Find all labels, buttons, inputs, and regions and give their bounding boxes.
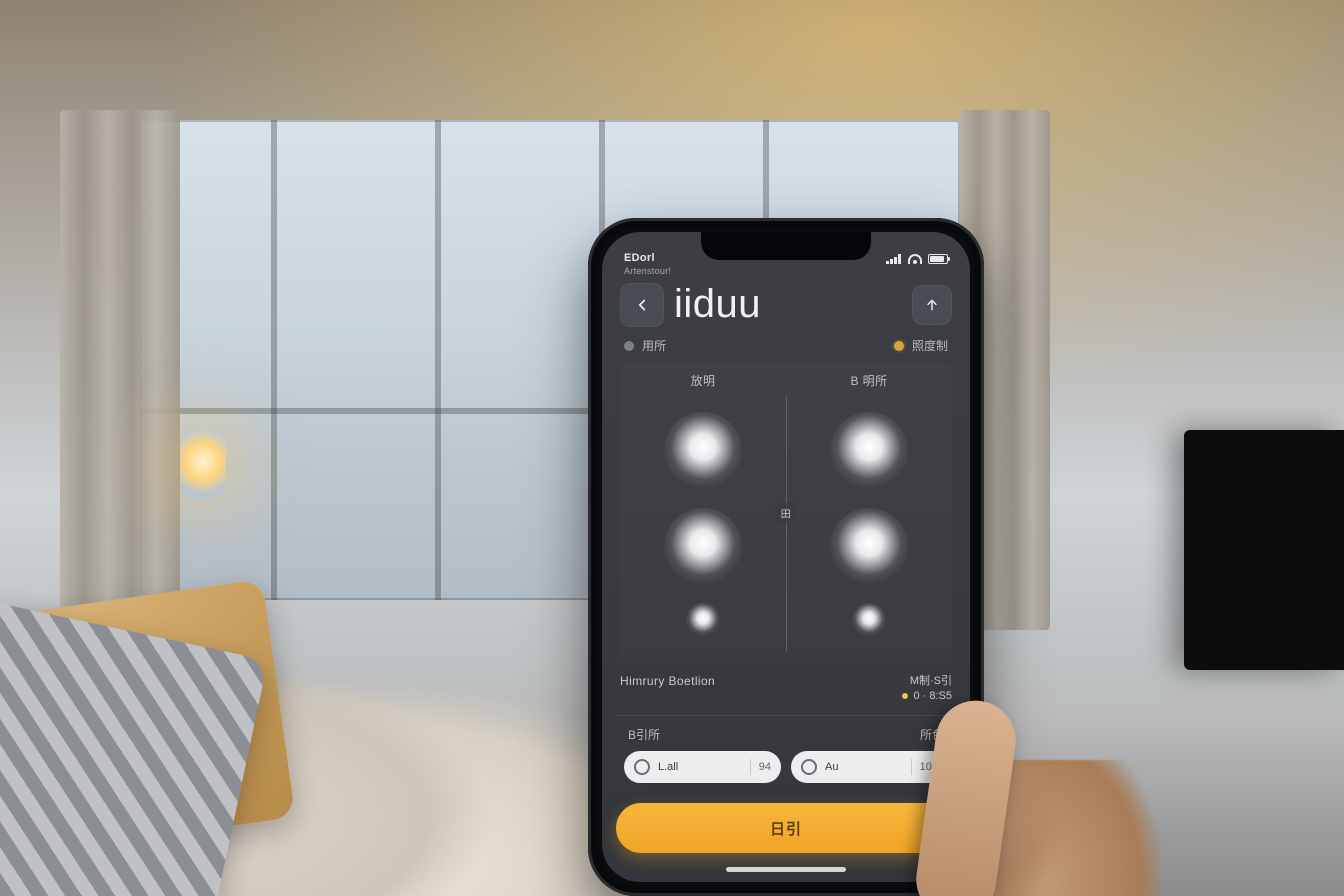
notch: [701, 232, 871, 260]
control-pill-1[interactable]: L.all 94: [624, 751, 781, 783]
upload-icon: [924, 297, 940, 313]
light-dot[interactable]: [852, 603, 886, 637]
carrier-label: EDorl: [624, 252, 655, 264]
tab-2[interactable]: 照度制: [894, 337, 948, 354]
phone-frame: EDorl Artenstour! iiduu 用所: [588, 218, 984, 896]
dot-icon: [624, 341, 634, 351]
controls-panel: B引所 所色 L.all 94 Au 106: [616, 715, 956, 789]
tab-label: 照度制: [912, 337, 948, 354]
column-header-right: B 明所: [786, 362, 952, 395]
share-button[interactable]: [912, 285, 952, 325]
floor-lamp: [180, 430, 226, 500]
light-dot[interactable]: [830, 412, 908, 490]
footer-meta-2: 0 · 8:S5: [913, 690, 952, 702]
app-title: iiduu: [674, 282, 902, 327]
chevron-left-icon: [633, 296, 651, 314]
tab-label: 用所: [642, 337, 666, 354]
status-dot-icon: [902, 693, 908, 699]
tab-1[interactable]: 用所: [624, 337, 666, 354]
pill-value: 94: [759, 761, 771, 773]
light-dot[interactable]: [664, 412, 742, 490]
primary-action-label: 日引: [770, 818, 802, 839]
phone-screen: EDorl Artenstour! iiduu 用所: [602, 232, 970, 882]
status-subtext: Artenstour!: [602, 266, 970, 276]
dial-icon: [801, 759, 817, 775]
battery-icon: [928, 254, 948, 264]
tv: [1184, 430, 1344, 670]
lights-column-left: [620, 395, 786, 664]
footer-meta-1: M制·S引: [902, 674, 952, 688]
column-header-left: 放明: [620, 362, 786, 395]
grid-center-label[interactable]: 田: [775, 503, 797, 524]
lights-column-right: [786, 395, 952, 664]
pill-text: Au: [825, 761, 838, 773]
signal-icon: [886, 254, 902, 264]
footer-caption: Himrury Boetlion: [620, 674, 715, 688]
grid-footer: Himrury Boetlion M制·S引 0 · 8:S5: [620, 674, 952, 703]
light-dot[interactable]: [686, 603, 720, 637]
dial-icon: [634, 759, 650, 775]
control-pill-2[interactable]: Au 106: [791, 751, 948, 783]
primary-action-button[interactable]: 日引: [616, 803, 956, 853]
pill-text: L.all: [658, 761, 678, 773]
tab-bar: 用所 照度制: [602, 331, 970, 358]
light-dot[interactable]: [664, 508, 742, 586]
light-dot[interactable]: [830, 508, 908, 586]
wifi-icon: [908, 254, 922, 264]
dot-icon: [894, 341, 904, 351]
lights-grid: 放明 B 明所 田: [620, 362, 952, 664]
back-button[interactable]: [620, 283, 664, 327]
app-header: iiduu: [602, 276, 970, 331]
controls-label-left: B引所: [628, 726, 920, 743]
home-indicator[interactable]: [726, 867, 846, 872]
